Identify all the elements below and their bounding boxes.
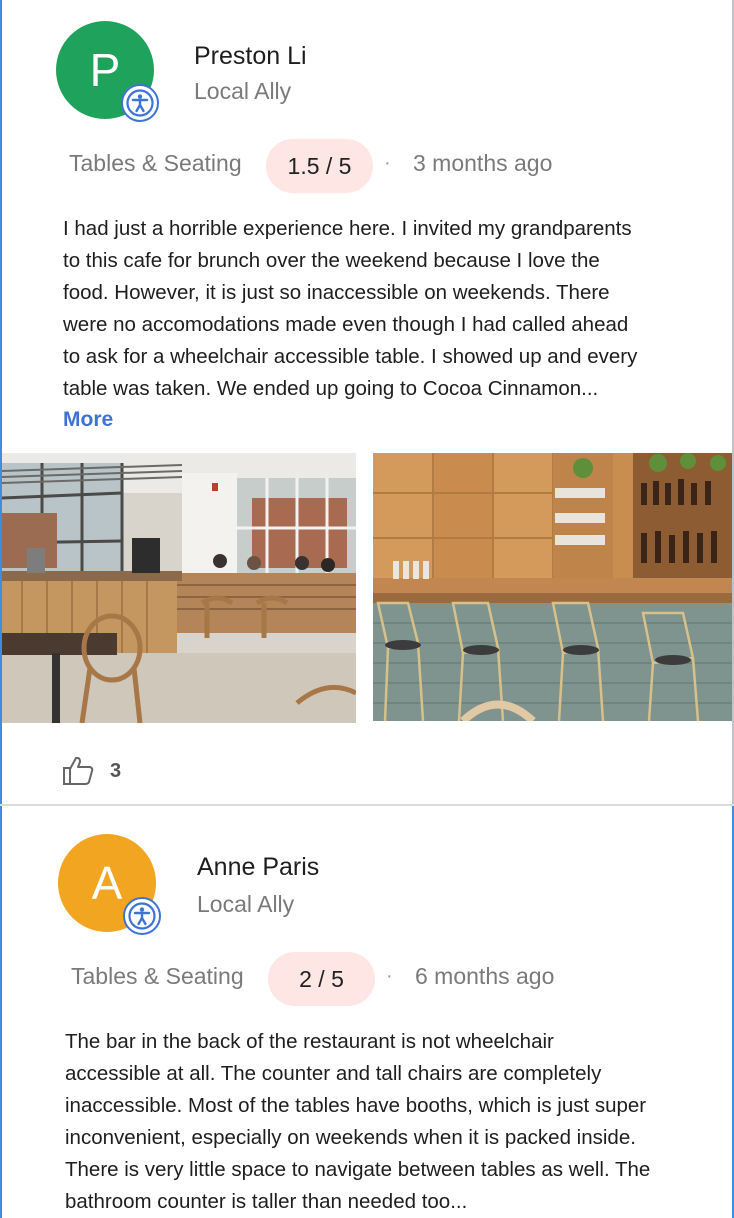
cafe-dining-area-photo[interactable] bbox=[2, 453, 356, 723]
review-text-line: to ask for a wheelchair accessible table… bbox=[63, 345, 638, 368]
like-count: 3 bbox=[110, 760, 122, 782]
review-text-line: food. However, it is just so inaccessibl… bbox=[63, 281, 610, 304]
review-category: Tables & Seating bbox=[71, 963, 244, 989]
review-text-line: The bar in the back of the restaurant is… bbox=[65, 1030, 554, 1053]
more-link[interactable]: More bbox=[63, 408, 113, 432]
review-text-line: table was taken. We ended up going to Co… bbox=[63, 377, 599, 400]
accessibility-badge bbox=[123, 897, 161, 935]
review-text-line: inconvenient, especially on weekends whe… bbox=[65, 1126, 636, 1149]
separator-dot: · bbox=[386, 965, 393, 987]
rating-badge: 1.5 / 5 bbox=[266, 139, 373, 193]
review-category: Tables & Seating bbox=[69, 150, 242, 176]
thumbs-up-icon[interactable] bbox=[62, 755, 94, 785]
review-text-line: to this cafe for brunch over the weekend… bbox=[63, 249, 600, 272]
reviewer-role: Local Ally bbox=[197, 891, 295, 917]
review-text: The bar in the back of the restaurant is… bbox=[65, 1026, 650, 1218]
separator-dot: · bbox=[384, 152, 391, 174]
review-text-line: inaccessible. Most of the tables have bo… bbox=[65, 1094, 647, 1117]
reviewer-name[interactable]: Anne Paris bbox=[197, 853, 319, 882]
rating-badge: 2 / 5 bbox=[268, 952, 375, 1006]
review-text-line: bathroom counter is taller than needed t… bbox=[65, 1190, 468, 1213]
review-text-line: accessible at all. The counter and tall … bbox=[65, 1062, 602, 1085]
review-card: A Anne Paris Local Ally Tables & Seating… bbox=[0, 806, 734, 1218]
review-timestamp: 3 months ago bbox=[413, 150, 553, 176]
accessibility-icon bbox=[126, 89, 154, 117]
review-text-line: There is very little space to navigate b… bbox=[65, 1158, 651, 1181]
reviewer-role: Local Ally bbox=[194, 78, 292, 104]
accessibility-icon bbox=[128, 902, 156, 930]
review-card: P Preston Li Local Ally Tables & Seating… bbox=[0, 0, 734, 805]
review-text-line: I had just a horrible experience here. I… bbox=[63, 217, 632, 240]
accessibility-badge bbox=[121, 84, 159, 122]
review-text: I had just a horrible experience here. I… bbox=[63, 213, 637, 405]
review-text-line: were no accomodations made even though I… bbox=[63, 313, 629, 336]
review-timestamp: 6 months ago bbox=[415, 963, 555, 989]
cafe-bar-counter-photo[interactable] bbox=[373, 453, 732, 721]
reviewer-name[interactable]: Preston Li bbox=[194, 42, 307, 71]
